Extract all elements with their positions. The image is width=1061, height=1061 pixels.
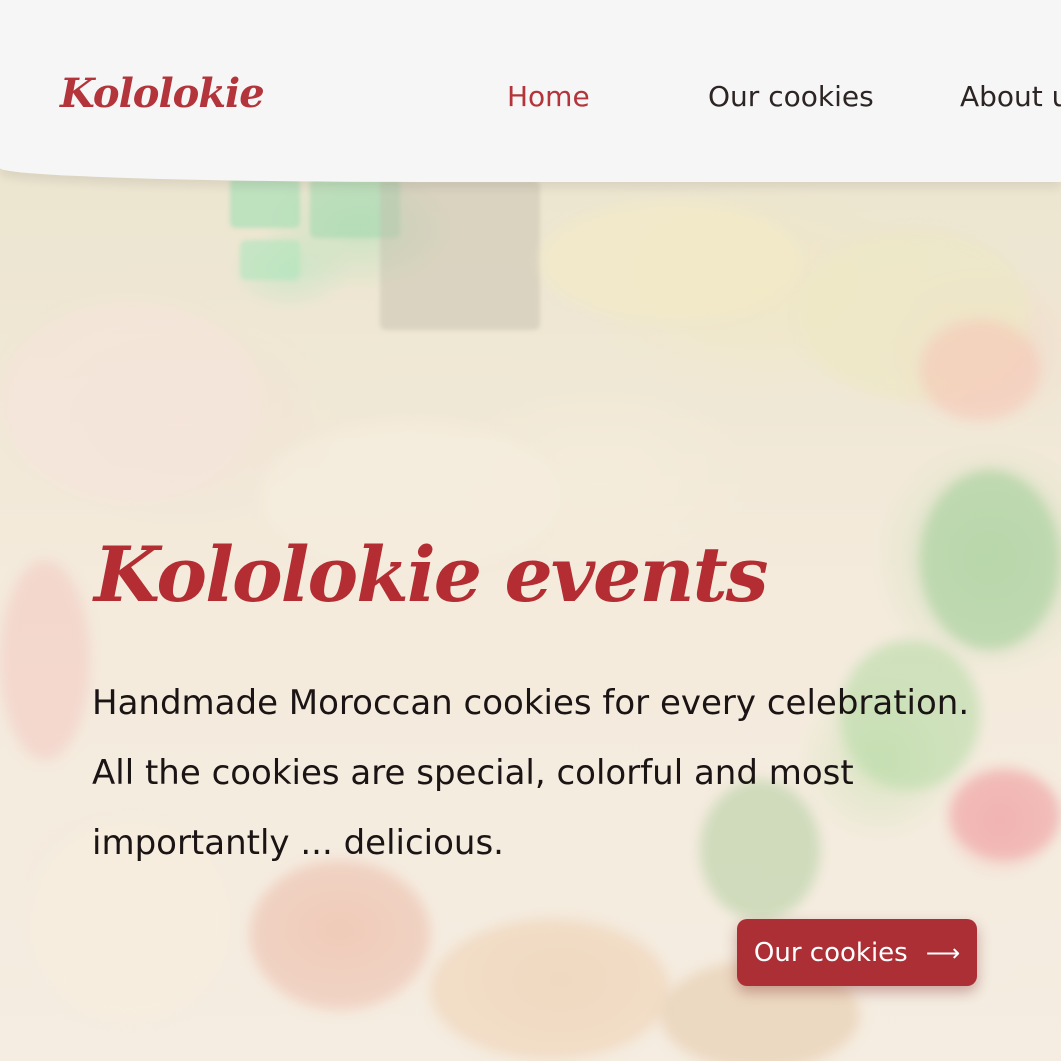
nav-item-about-us[interactable]: About u [960, 80, 1061, 113]
arrow-right-icon: ⟶ [925, 938, 961, 967]
cta-label: Our cookies [753, 937, 908, 968]
nav-item-our-cookies[interactable]: Our cookies [708, 80, 874, 113]
nav-item-home[interactable]: Home [507, 80, 590, 113]
site-header: Kololokie Home Our cookies About u [0, 0, 1061, 182]
our-cookies-button[interactable]: Our cookies ⟶ [737, 919, 977, 986]
logo[interactable]: Kololokie [60, 70, 265, 117]
hero-description: Handmade Moroccan cookies for every cele… [92, 683, 970, 863]
hero-title: Kololokie events [94, 530, 769, 619]
